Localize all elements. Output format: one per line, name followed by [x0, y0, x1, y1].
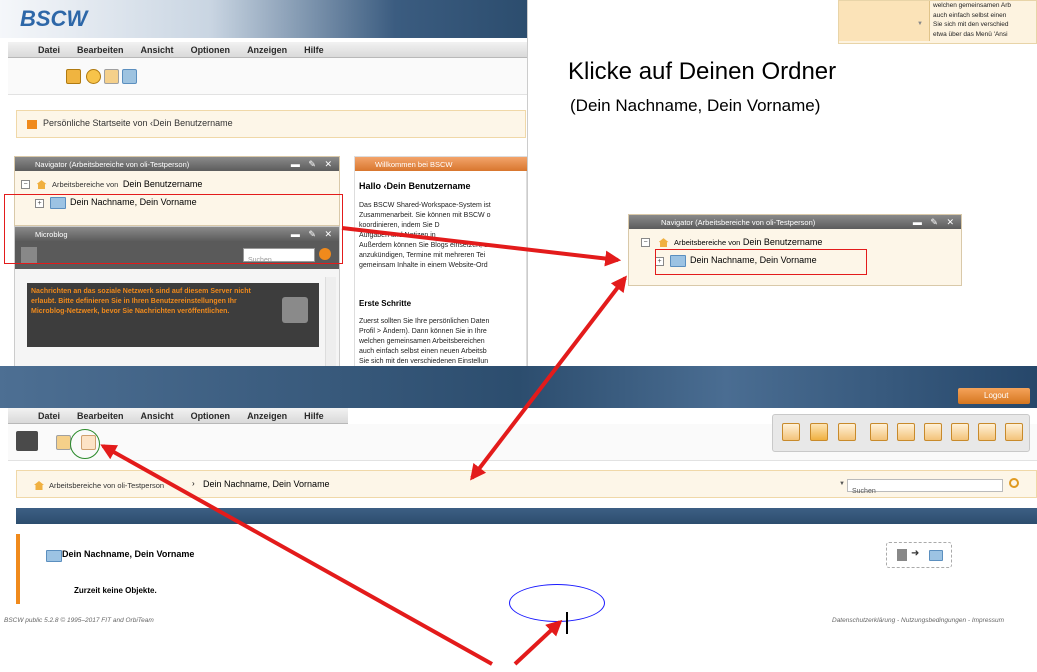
arrow-to-zoom: [341, 226, 622, 267]
arrow-to-ellipse: [513, 619, 563, 666]
annotation-arrows: [100, 226, 627, 666]
arrow-double: [470, 275, 627, 481]
arrow-to-upload: [100, 444, 493, 666]
